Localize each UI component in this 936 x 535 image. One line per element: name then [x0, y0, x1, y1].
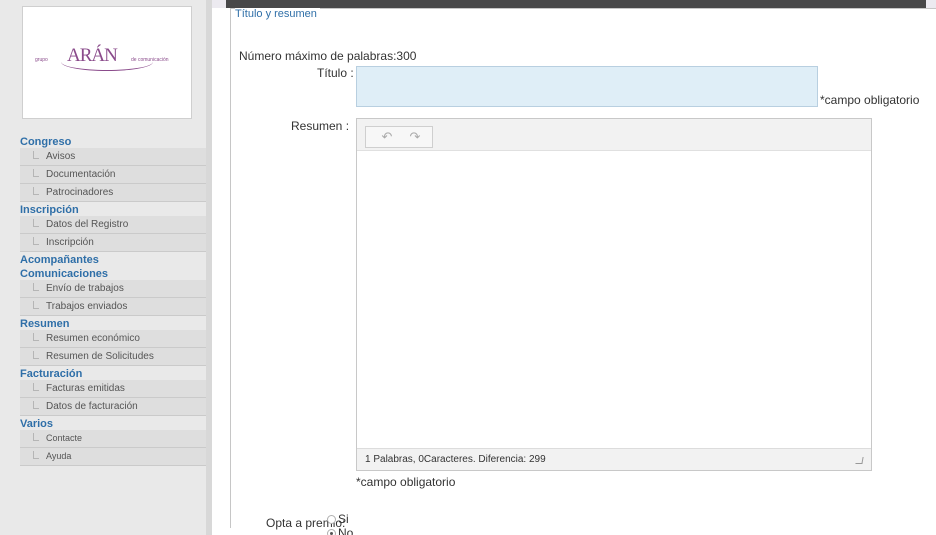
tree-corner-icon — [33, 351, 39, 359]
sidebar-section-0[interactable]: Congreso — [20, 136, 206, 148]
sidebar-item-label: Inscripción — [46, 237, 94, 248]
redo-icon[interactable]: ↷ — [404, 128, 426, 146]
sidebar-item-label: Resumen de Solicitudes — [46, 351, 154, 362]
tree-corner-icon — [33, 283, 39, 291]
sidebar-item[interactable]: Datos del Registro — [20, 216, 206, 234]
sidebar-item-label: Documentación — [46, 169, 116, 180]
tree-corner-icon — [33, 151, 39, 159]
tree-corner-icon — [33, 383, 39, 391]
fieldset-legend: Título y resumen — [235, 8, 320, 20]
logo-main-text: ARÁN — [67, 45, 118, 66]
sidebar-item-label: Facturas emitidas — [46, 383, 125, 394]
sidebar-item-label: Datos de facturación — [46, 401, 138, 412]
undo-icon[interactable]: ↶ — [376, 128, 398, 146]
tree-corner-icon — [33, 301, 39, 309]
sidebar-section-3[interactable]: Comunicaciones — [20, 268, 206, 280]
editor-toolbar: ↶ ↷ — [357, 119, 871, 151]
sidebar-item[interactable]: Resumen económico — [20, 330, 206, 348]
resumen-editor: ↶ ↷ 1 Palabras, 0Caracteres. Diferencia:… — [356, 118, 872, 471]
sidebar-item-label: Contacte — [46, 433, 83, 443]
main-content: Título y resumen Número máximo de palabr… — [226, 0, 936, 535]
tree-corner-icon — [33, 237, 39, 245]
radio-si-label: Si — [338, 512, 349, 526]
tree-corner-icon — [33, 433, 39, 441]
titulo-required-note: *campo obligatorio — [820, 93, 920, 107]
logo-inner: grupo ARÁN de comunicación — [33, 43, 183, 83]
sidebar-item[interactable]: Envío de trabajos — [20, 280, 206, 298]
sidebar-item[interactable]: Facturas emitidas — [20, 380, 206, 398]
editor-status-bar: 1 Palabras, 0Caracteres. Diferencia: 299 — [357, 448, 871, 470]
premio-option-si[interactable]: Si — [327, 512, 349, 526]
titulo-resumen-fieldset: Título y resumen Número máximo de palabr… — [230, 8, 936, 535]
tree-corner-icon — [33, 219, 39, 227]
sidebar: grupo ARÁN de comunicación Congreso Aviso… — [0, 0, 212, 535]
sidebar-nav: Congreso Avisos Documentación Patrocinadore… — [20, 134, 206, 466]
tree-corner-icon — [33, 451, 39, 459]
sidebar-item[interactable]: Resumen de Solicitudes — [20, 348, 206, 366]
sidebar-section-6[interactable]: Varios — [20, 418, 206, 430]
titulo-textarea[interactable] — [356, 66, 818, 107]
sidebar-item[interactable]: Trabajos enviados — [20, 298, 206, 316]
resumen-editor-body[interactable] — [357, 152, 871, 449]
sidebar-section-1[interactable]: Inscripción — [20, 204, 206, 216]
radio-si[interactable] — [327, 514, 336, 524]
sidebar-item-label: Resumen económico — [46, 333, 140, 344]
sidebar-item[interactable]: Documentación — [20, 166, 206, 184]
sidebar-item[interactable]: Patrocinadores — [20, 184, 206, 202]
logo[interactable]: grupo ARÁN de comunicación — [22, 6, 192, 119]
editor-resize-grip-icon[interactable] — [855, 457, 864, 464]
radio-no-label: No — [338, 526, 354, 535]
sidebar-section-2[interactable]: Acompañantes — [20, 254, 206, 266]
titulo-label: Título : — [317, 66, 354, 80]
sidebar-item-label: Datos del Registro — [46, 219, 129, 230]
logo-right-text: de comunicación — [131, 57, 169, 63]
tree-corner-icon — [33, 401, 39, 409]
tree-corner-icon — [33, 169, 39, 177]
sidebar-item-label: Avisos — [46, 151, 76, 162]
resumen-required-note: *campo obligatorio — [356, 475, 456, 489]
resumen-label: Resumen : — [291, 119, 350, 133]
sidebar-item-label: Patrocinadores — [46, 187, 114, 198]
tree-corner-icon — [33, 187, 39, 195]
sidebar-item[interactable]: Contacte — [20, 430, 206, 448]
premio-option-no[interactable]: No — [327, 526, 353, 535]
max-words-note: Número máximo de palabras:300 — [239, 49, 417, 63]
sidebar-section-5[interactable]: Facturación — [20, 368, 206, 380]
radio-no[interactable] — [327, 528, 336, 535]
sidebar-item-label: Trabajos enviados — [46, 301, 128, 312]
sidebar-item[interactable]: Datos de facturación — [20, 398, 206, 416]
sidebar-item[interactable]: Ayuda — [20, 448, 206, 466]
sidebar-section-4[interactable]: Resumen — [20, 318, 206, 330]
tree-corner-icon — [33, 333, 39, 341]
history-button-group: ↶ ↷ — [365, 126, 433, 148]
logo-left-text: grupo — [35, 57, 48, 63]
sidebar-item[interactable]: Inscripción — [20, 234, 206, 252]
word-count-status: 1 Palabras, 0Caracteres. Diferencia: 299 — [365, 454, 546, 465]
sidebar-item[interactable]: Avisos — [20, 148, 206, 166]
sidebar-item-label: Envío de trabajos — [46, 283, 124, 294]
